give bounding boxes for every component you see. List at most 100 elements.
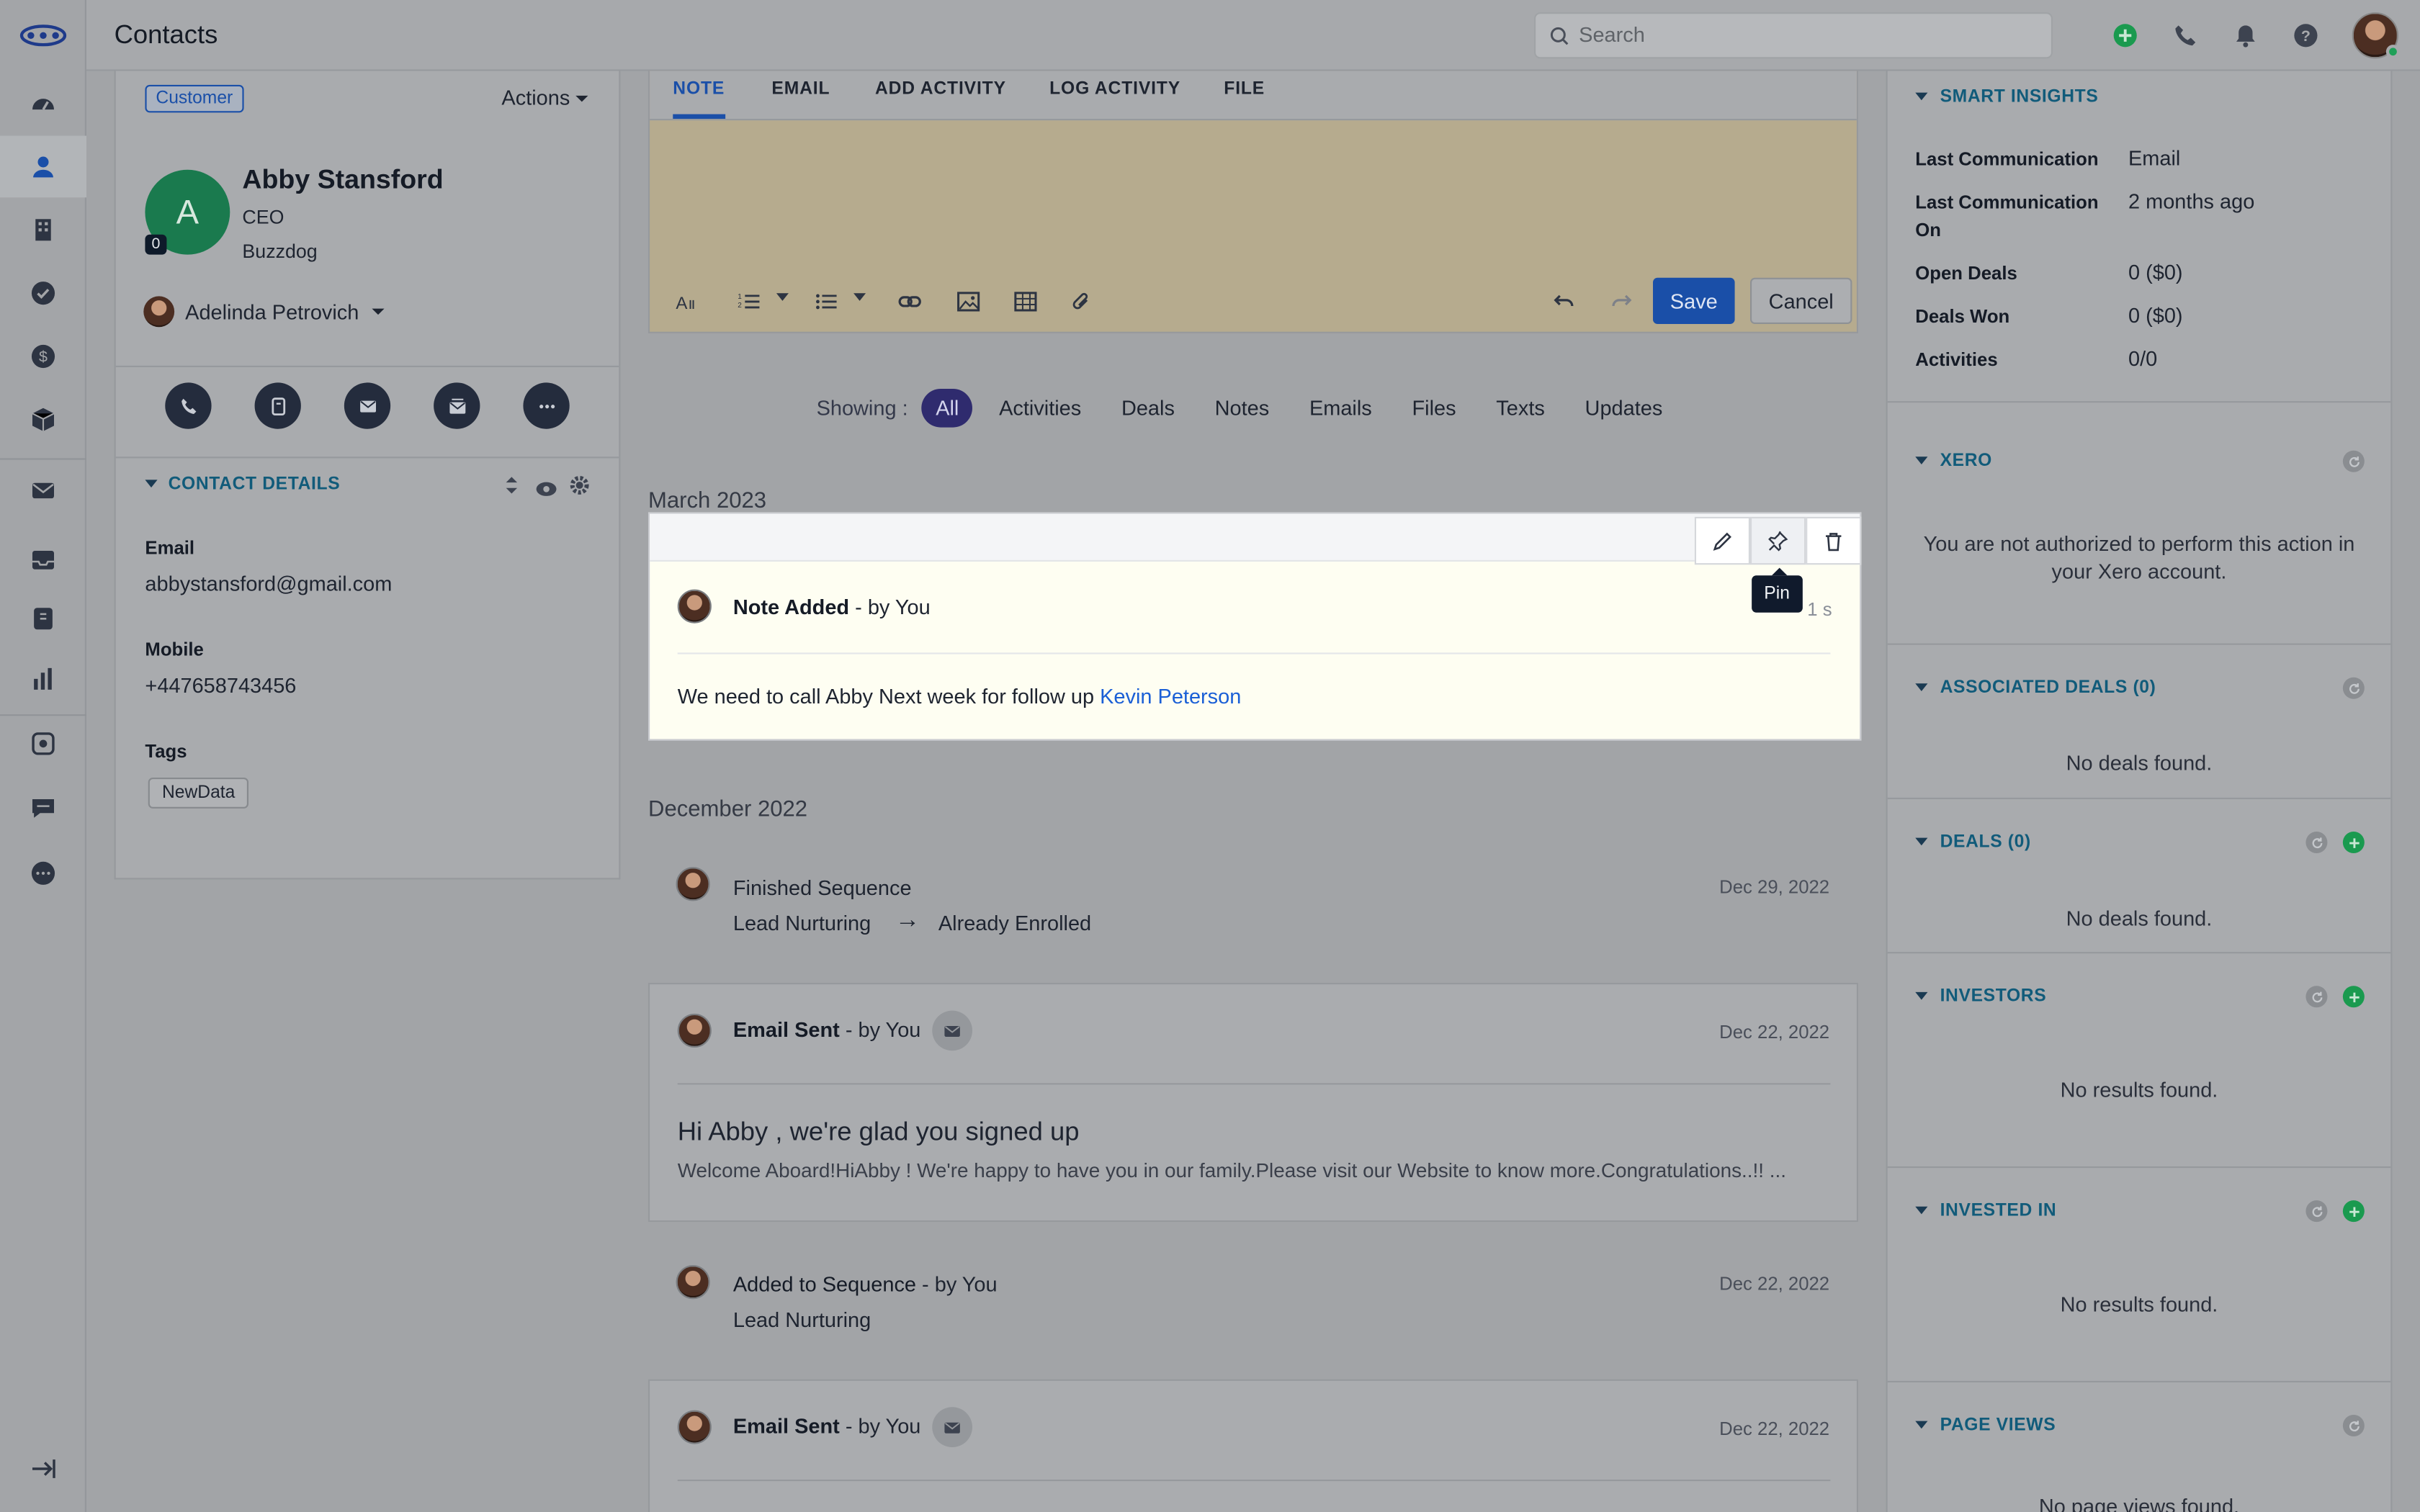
more-actions-button[interactable] bbox=[523, 382, 570, 429]
image-icon[interactable] bbox=[955, 289, 980, 313]
add-icon[interactable] bbox=[2342, 986, 2365, 1008]
sequence-button[interactable] bbox=[254, 382, 301, 429]
add-icon[interactable] bbox=[2342, 832, 2365, 853]
email-icon[interactable] bbox=[0, 460, 86, 522]
mobile-value[interactable]: +447658743456 bbox=[145, 674, 296, 697]
eye-icon[interactable] bbox=[536, 477, 557, 505]
user-avatar[interactable] bbox=[2352, 12, 2401, 59]
filter-activities[interactable]: Activities bbox=[999, 397, 1081, 420]
pin-tooltip: Pin bbox=[1752, 567, 1803, 613]
month-heading: December 2022 bbox=[648, 797, 808, 823]
pencil-icon bbox=[1713, 531, 1731, 550]
email-card[interactable]: Email Sent - by You Dec 22, 2022 Hi Abby… bbox=[648, 983, 1858, 1223]
note-editor[interactable] bbox=[650, 122, 1857, 276]
products-icon[interactable] bbox=[0, 389, 86, 451]
sequences-icon[interactable] bbox=[0, 588, 86, 649]
filter-emails[interactable]: Emails bbox=[1309, 397, 1372, 420]
phone-icon[interactable] bbox=[2172, 22, 2200, 50]
save-button[interactable]: Save bbox=[1653, 277, 1735, 324]
tasks-icon[interactable] bbox=[0, 262, 86, 324]
filter-updates[interactable]: Updates bbox=[1585, 397, 1663, 420]
pin-note-button[interactable] bbox=[1750, 516, 1806, 565]
help-icon[interactable]: ? bbox=[2292, 22, 2320, 50]
filter-notes[interactable]: Notes bbox=[1215, 397, 1270, 420]
app-logo-icon[interactable] bbox=[19, 20, 68, 51]
send-mail-button[interactable] bbox=[434, 382, 480, 429]
filter-deals[interactable]: Deals bbox=[1121, 397, 1175, 420]
contact-avatar[interactable]: A0 bbox=[145, 169, 230, 255]
bullet-list-icon[interactable] bbox=[813, 289, 838, 313]
owner-name: Adelinda Petrovich bbox=[185, 300, 359, 323]
companies-icon[interactable] bbox=[0, 199, 86, 261]
integrations-icon[interactable] bbox=[0, 713, 86, 775]
add-new-icon[interactable] bbox=[2111, 22, 2139, 50]
dashboard-icon[interactable] bbox=[0, 73, 86, 135]
invested-in-header[interactable]: INVESTED IN bbox=[1915, 1202, 2056, 1220]
ordered-list-icon[interactable]: 12 bbox=[736, 289, 761, 313]
contact-details-header[interactable]: CONTACT DETAILS bbox=[145, 475, 340, 494]
associated-deals-header[interactable]: ASSOCIATED DEALS (0) bbox=[1915, 679, 2156, 698]
refresh-icon[interactable] bbox=[2305, 986, 2328, 1008]
tab-add-activity[interactable]: ADD ACTIVITY bbox=[875, 80, 1006, 99]
bullet-list-caret-icon[interactable] bbox=[852, 284, 867, 308]
filter-files[interactable]: Files bbox=[1412, 397, 1456, 420]
reorder-icon[interactable] bbox=[505, 475, 519, 503]
filter-all[interactable]: All bbox=[921, 389, 973, 428]
refresh-icon[interactable] bbox=[2305, 832, 2328, 853]
settings-gear-icon[interactable] bbox=[570, 475, 590, 503]
smart-insights-header[interactable]: SMART INSIGHTS bbox=[1915, 88, 2098, 107]
tags-label: Tags bbox=[145, 740, 187, 762]
link-icon[interactable] bbox=[897, 289, 921, 313]
search-box[interactable] bbox=[1534, 12, 2053, 59]
sequence-from: Lead Nurturing bbox=[732, 912, 871, 935]
search-input[interactable] bbox=[1579, 23, 2027, 47]
notification-bell-icon[interactable] bbox=[2232, 22, 2260, 50]
deals-icon[interactable]: $ bbox=[0, 325, 86, 387]
tab-file[interactable]: FILE bbox=[1224, 80, 1265, 99]
inbox-icon[interactable] bbox=[0, 529, 86, 591]
page-views-header[interactable]: PAGE VIEWS bbox=[1915, 1416, 2056, 1435]
refresh-icon[interactable] bbox=[2342, 677, 2365, 699]
filter-texts[interactable]: Texts bbox=[1496, 397, 1545, 420]
chat-icon[interactable] bbox=[0, 778, 86, 840]
undo-icon[interactable] bbox=[1551, 289, 1576, 313]
contact-company[interactable]: Buzzdog bbox=[242, 240, 317, 262]
reports-icon[interactable] bbox=[0, 648, 86, 710]
investors-header[interactable]: INVESTORS bbox=[1915, 987, 2046, 1006]
ordered-list-caret-icon[interactable] bbox=[775, 284, 790, 308]
refresh-icon[interactable] bbox=[2342, 450, 2365, 472]
mention-link[interactable]: Kevin Peterson bbox=[1100, 685, 1241, 708]
delete-note-button[interactable] bbox=[1806, 516, 1862, 565]
text-format-icon[interactable]: A bbox=[673, 289, 697, 313]
more-icon[interactable] bbox=[0, 842, 86, 904]
cancel-button[interactable]: Cancel bbox=[1750, 277, 1852, 324]
tab-log-activity[interactable]: LOG ACTIVITY bbox=[1049, 80, 1180, 99]
added-title-bold: Added to Sequence bbox=[732, 1272, 917, 1296]
tab-email[interactable]: EMAIL bbox=[771, 80, 830, 99]
email-value[interactable]: abbystansford@gmail.com bbox=[145, 572, 392, 595]
deals-header[interactable]: DEALS (0) bbox=[1915, 833, 2031, 852]
contact-name: Abby Stansford bbox=[242, 163, 444, 194]
xero-header[interactable]: XERO bbox=[1915, 452, 1992, 471]
composer-tabs: NOTE EMAIL ADD ACTIVITY LOG ACTIVITY FIL… bbox=[650, 71, 1857, 121]
attachment-icon[interactable] bbox=[1068, 289, 1093, 313]
email-button[interactable] bbox=[344, 382, 391, 429]
active-tab-indicator bbox=[673, 114, 726, 119]
right-panel: SMART INSIGHTS Last Communication Email … bbox=[1886, 71, 2393, 1512]
call-button[interactable] bbox=[165, 382, 212, 429]
expand-sidebar-icon[interactable] bbox=[0, 1438, 86, 1500]
add-icon[interactable] bbox=[2342, 1200, 2365, 1223]
edit-note-button[interactable] bbox=[1694, 516, 1750, 565]
actions-dropdown[interactable]: Actions bbox=[501, 86, 589, 109]
table-icon[interactable] bbox=[1013, 289, 1037, 313]
contacts-icon[interactable] bbox=[0, 135, 86, 198]
owner-selector[interactable]: Adelinda Petrovich bbox=[143, 296, 384, 328]
event-date: Dec 22, 2022 bbox=[1719, 1021, 1830, 1043]
refresh-icon[interactable] bbox=[2305, 1200, 2328, 1223]
email-card[interactable]: Email Sent - by You Dec 22, 2022 bbox=[648, 1379, 1858, 1512]
refresh-icon[interactable] bbox=[2342, 1414, 2365, 1436]
redo-icon[interactable] bbox=[1608, 289, 1633, 313]
tag-chip[interactable]: NewData bbox=[148, 778, 249, 809]
contact-details-label: CONTACT DETAILS bbox=[168, 475, 341, 494]
tab-note[interactable]: NOTE bbox=[673, 80, 725, 99]
